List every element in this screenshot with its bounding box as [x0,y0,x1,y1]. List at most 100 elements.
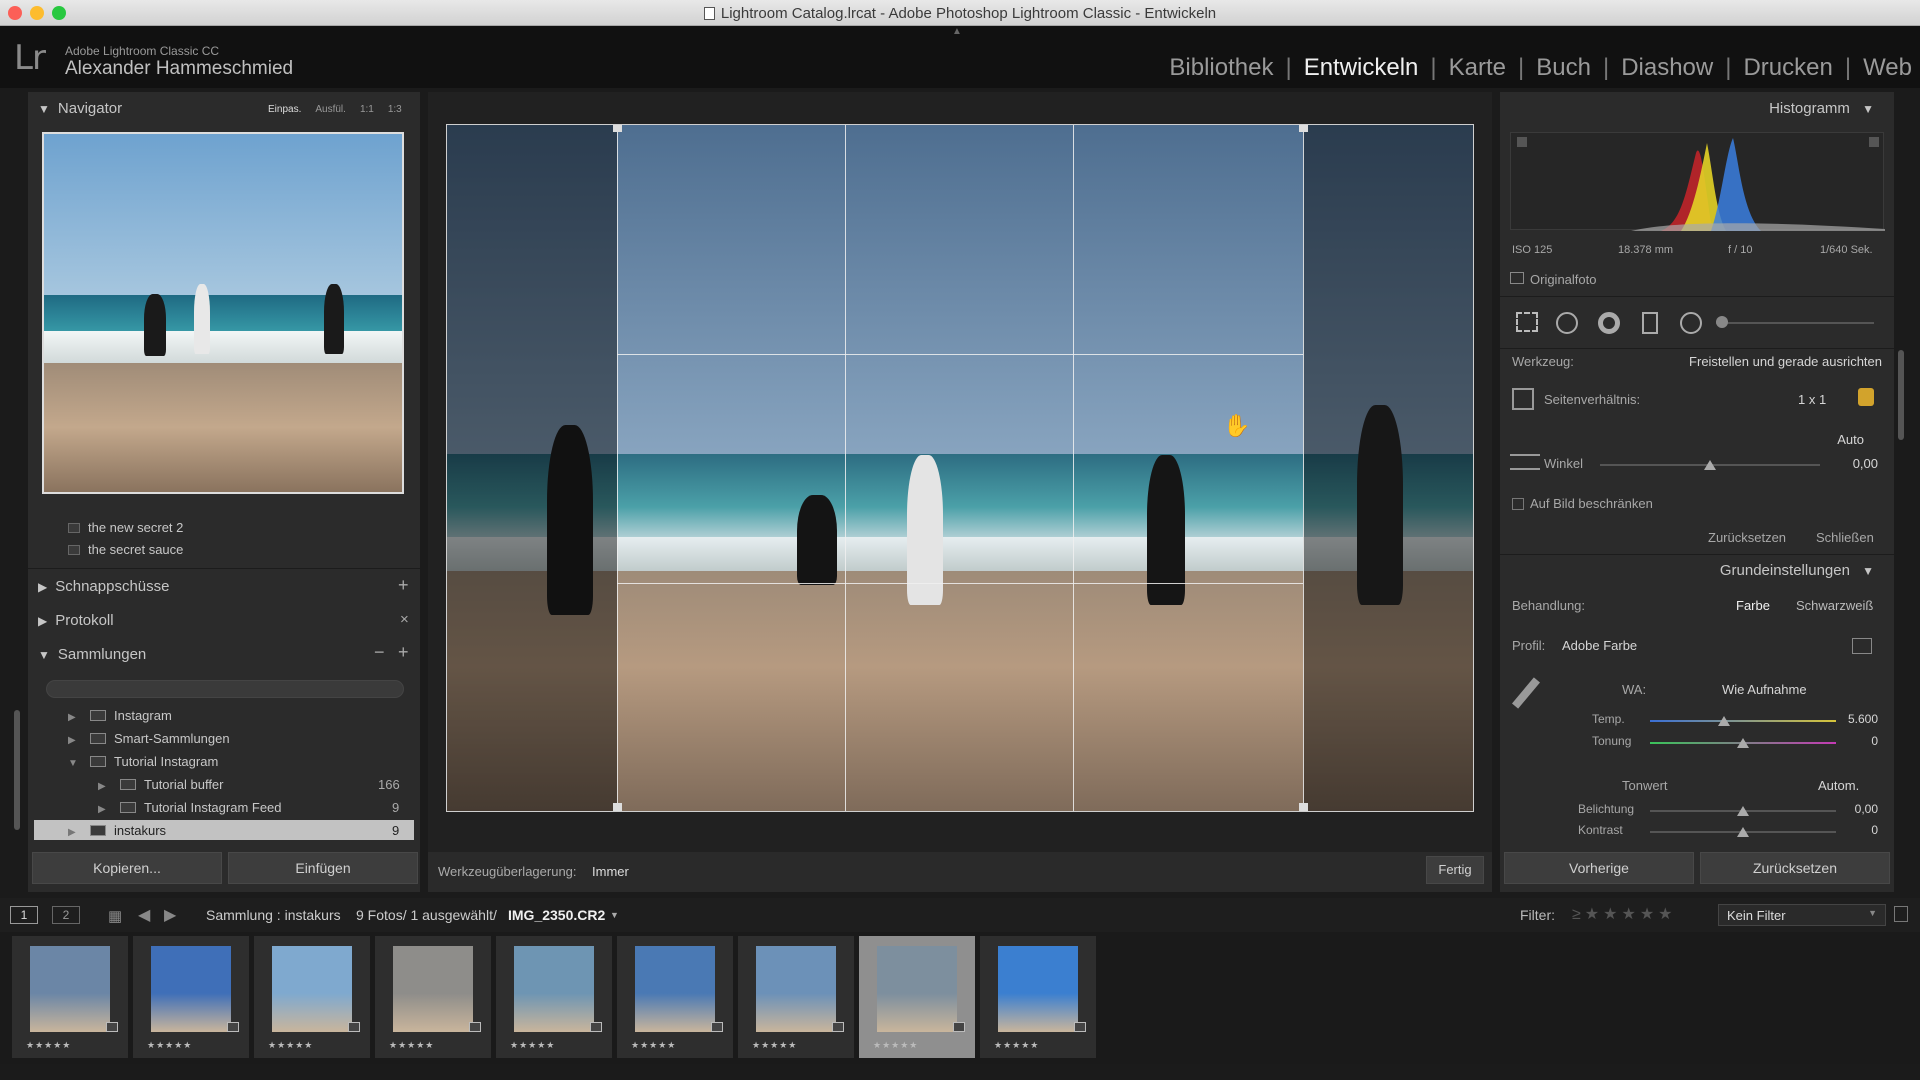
constrain-checkbox[interactable] [1512,498,1524,510]
module-bibliothek[interactable]: Bibliothek [1169,54,1273,82]
tint-value[interactable]: 0 [1871,734,1878,748]
temp-slider[interactable] [1650,720,1836,722]
filmstrip-thumbnail[interactable]: ★★★★★ [12,936,128,1058]
expand-icon[interactable]: ▶ [68,712,78,723]
crop-handle[interactable] [613,125,622,132]
right-panel-scrollbar[interactable] [1898,350,1904,440]
crop-tool-icon[interactable] [1516,312,1538,332]
paste-settings-button[interactable]: Einfügen [228,852,418,884]
angle-value[interactable]: 0,00 [1853,456,1878,471]
snapshots-header[interactable]: ▶ Schnappschüsse [38,578,169,595]
expand-icon[interactable]: ▶ [68,827,78,838]
module-entwickeln[interactable]: Entwickeln [1304,54,1419,82]
contrast-slider-thumb[interactable] [1737,827,1749,837]
filter-preset-select[interactable]: Kein Filter ▼ [1718,904,1886,926]
contrast-value[interactable]: 0 [1871,823,1878,837]
collection-item[interactable]: ▶ Instagram [68,708,172,723]
module-diashow[interactable]: Diashow [1621,54,1713,82]
profile-select[interactable]: Adobe Farbe [1562,638,1637,653]
thumbnail-rating[interactable]: ★★★★★ [873,1040,918,1051]
adjustment-brush-slider[interactable] [1716,322,1874,324]
auto-straighten-button[interactable]: Auto [1837,432,1864,447]
forward-arrow-icon[interactable]: ▶ [164,905,176,925]
filmstrip-thumbnail[interactable]: ★★★★★ [738,936,854,1058]
collection-search-input[interactable] [46,680,404,698]
crop-close-button[interactable]: Schließen [1816,530,1874,545]
preset-item[interactable]: the secret sauce [68,542,183,557]
crop-frame-icon[interactable] [1512,388,1534,410]
filmstrip-filename[interactable]: IMG_2350.CR2 [508,907,605,923]
primary-window-button[interactable]: 1 [10,906,38,924]
profile-browser-icon[interactable] [1852,638,1872,654]
collection-item[interactable]: ▶ instakurs [68,823,166,838]
filmstrip-thumbnail[interactable]: ★★★★★ [133,936,249,1058]
filmstrip-thumbnail[interactable]: ★★★★★ [980,936,1096,1058]
add-snapshot-icon[interactable]: + [398,575,409,596]
basic-header[interactable]: Grundeinstellungen ▼ [1720,562,1882,579]
collections-header[interactable]: ▼ Sammlungen [38,646,146,663]
zoom-fit[interactable]: Einpas. [268,104,301,115]
histogram-header[interactable]: Histogramm ▼ [1769,100,1882,117]
zoom-fill[interactable]: Ausfül. [315,104,346,115]
module-drucken[interactable]: Drucken [1743,54,1832,82]
filmstrip-source[interactable]: Sammlung : instakurs [206,907,341,923]
treatment-bw-button[interactable]: Schwarzweiß [1796,598,1873,613]
collapse-icon[interactable]: ▼ [68,758,78,769]
filmstrip-thumbnail[interactable]: ★★★★★ [617,936,733,1058]
left-panel-scrollbar[interactable] [14,710,20,830]
zoom-1-1[interactable]: 1:1 [360,104,374,115]
overlay-select[interactable]: Immer [592,864,629,879]
remove-collection-icon[interactable]: − [374,642,385,663]
previous-button[interactable]: Vorherige [1504,852,1694,884]
thumbnail-rating[interactable]: ★★★★★ [994,1040,1039,1051]
graduated-filter-icon[interactable] [1642,312,1658,334]
collection-item[interactable]: ▶ Tutorial buffer [98,777,224,792]
eyedropper-icon[interactable] [1512,677,1540,709]
exposure-slider-thumb[interactable] [1737,806,1749,816]
angle-slider-thumb[interactable] [1704,460,1716,470]
history-header[interactable]: ▶ Protokoll [38,612,114,629]
original-photo-checkbox[interactable] [1510,272,1524,284]
thumbnail-rating[interactable]: ★★★★★ [147,1040,192,1051]
radial-filter-icon[interactable] [1680,312,1702,334]
module-buch[interactable]: Buch [1536,54,1591,82]
brush-slider-thumb[interactable] [1716,316,1728,328]
thumbnail-rating[interactable]: ★★★★★ [631,1040,676,1051]
tone-auto-button[interactable]: Autom. [1818,778,1859,793]
straighten-level-icon[interactable] [1510,454,1540,470]
treatment-color-button[interactable]: Farbe [1736,598,1770,613]
filmstrip-thumbnail[interactable]: ★★★★★ [375,936,491,1058]
temp-value[interactable]: 5.600 [1848,712,1878,726]
tint-slider-thumb[interactable] [1737,738,1749,748]
done-button[interactable]: Fertig [1426,856,1484,884]
expand-icon[interactable]: ▶ [98,781,108,792]
temp-slider-thumb[interactable] [1718,716,1731,726]
reset-button[interactable]: Zurücksetzen [1700,852,1890,884]
back-arrow-icon[interactable]: ◀ [138,905,150,925]
grid-view-icon[interactable]: ▦ [108,907,122,925]
filter-lock-icon[interactable] [1894,906,1908,922]
copy-settings-button[interactable]: Kopieren... [32,852,222,884]
crop-handle[interactable] [1299,125,1308,132]
filmstrip-thumbnail[interactable]: ★★★★★ [859,936,975,1058]
crop-handle[interactable] [613,803,622,811]
navigator-header[interactable]: ▼ Navigator [38,100,122,117]
photo-canvas[interactable]: ✋ [446,124,1474,812]
collection-item[interactable]: ▼ Tutorial Instagram [68,754,218,769]
rating-filter-stars-icon[interactable]: ≥★★★★★ [1572,904,1677,924]
lock-icon[interactable] [1858,388,1874,406]
wb-select[interactable]: Wie Aufnahme [1722,682,1807,697]
add-collection-icon[interactable]: + [398,642,409,663]
thumbnail-rating[interactable]: ★★★★★ [510,1040,555,1051]
expand-icon[interactable]: ▶ [68,735,78,746]
crop-reset-button[interactable]: Zurücksetzen [1708,530,1786,545]
filmstrip-thumbnail[interactable]: ★★★★★ [496,936,612,1058]
navigator-preview[interactable] [42,132,404,494]
chevron-down-icon[interactable]: ▼ [610,910,619,920]
thumbnail-rating[interactable]: ★★★★★ [268,1040,313,1051]
clear-history-icon[interactable]: × [400,611,409,628]
header-collapse-icon[interactable]: ▲ [952,26,962,37]
secondary-window-button[interactable]: 2 [52,906,80,924]
collection-item[interactable]: ▶ Tutorial Instagram Feed [98,800,282,815]
red-eye-icon[interactable] [1598,312,1620,334]
